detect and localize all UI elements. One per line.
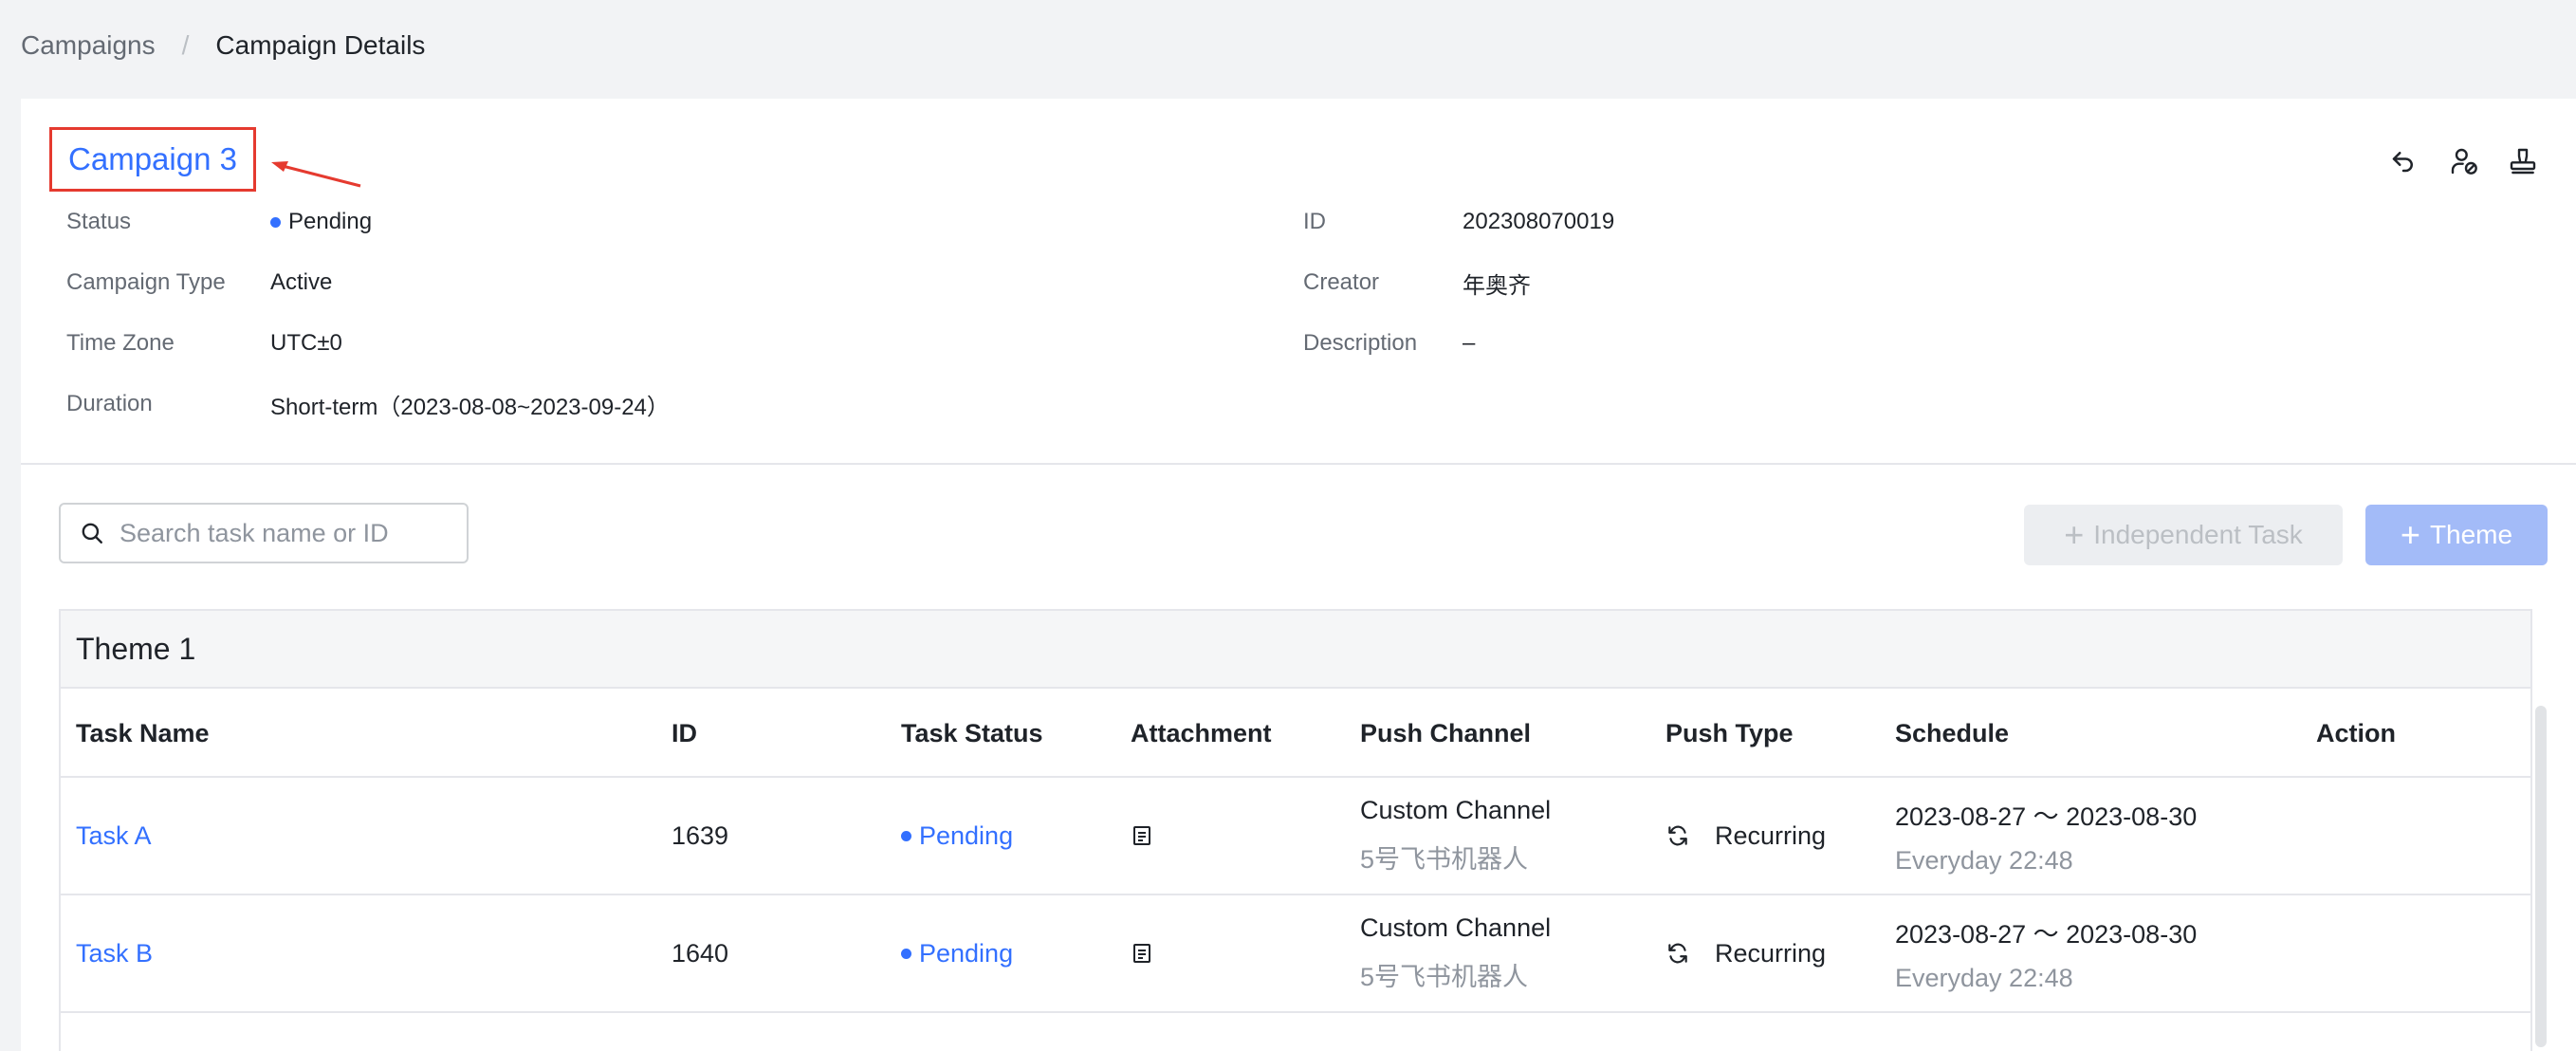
task-name-link[interactable]: Task A (76, 821, 152, 851)
table-header-row: Task Name ID Task Status Attachment Push… (61, 689, 2530, 778)
annotation-arrow (271, 161, 361, 188)
theme-name: Theme 1 (76, 631, 196, 666)
column-header: ID (672, 718, 697, 747)
status-dot-icon (270, 217, 281, 229)
table-row: Task B 1640 Pending Custom Channel 5号飞书机… (61, 895, 2530, 1013)
info-value: – (1463, 330, 1476, 356)
attachment-icon[interactable] (1131, 778, 1153, 894)
info-status: Status Pending (66, 203, 372, 241)
breadcrumb-separator: / (181, 30, 190, 60)
channel-sub: 5号飞书机器人 (1360, 963, 1529, 991)
plus-icon: + (2064, 515, 2085, 554)
title-annotation-box: Campaign 3 (49, 127, 256, 192)
campaign-detail-card: Campaign 3 Status Pending Campaign Type … (21, 99, 2576, 1051)
schedule-time: Everyday 22:48 (1895, 964, 2073, 992)
column-header: Attachment (1131, 718, 1272, 747)
breadcrumb-current: Campaign Details (215, 30, 426, 60)
schedule-range: 2023-08-27 ～ 2023-08-30 (1895, 802, 2198, 831)
button-label: Independent Task (2093, 520, 2303, 549)
info-label: Duration (66, 391, 153, 416)
task-name-link[interactable]: Task B (76, 939, 153, 968)
push-type: Recurring (1665, 895, 1826, 1011)
push-type: Recurring (1665, 778, 1826, 894)
column-header: Push Type (1665, 718, 1794, 747)
task-id: 1640 (672, 938, 729, 968)
info-duration: Duration Short-term（2023-08-08~2023-09-2… (66, 385, 670, 423)
add-theme-button[interactable]: + Theme (2365, 505, 2548, 565)
section-divider (21, 463, 2576, 465)
undo-icon[interactable] (2383, 140, 2424, 182)
task-search[interactable] (59, 503, 469, 563)
search-icon (82, 523, 102, 544)
plus-icon: + (2400, 515, 2420, 554)
breadcrumb-campaigns-link[interactable]: Campaigns (21, 30, 156, 61)
schedule-time: Everyday 22:48 (1895, 846, 2073, 875)
push-channel: Custom Channel 5号飞书机器人 (1360, 895, 1551, 1011)
task-status-badge: Pending (901, 778, 1013, 894)
schedule: 2023-08-27 ～ 2023-08-30 Everyday 22:48 (1895, 895, 2197, 1011)
push-channel: Custom Channel 5号飞书机器人 (1360, 778, 1551, 894)
status-badge: Pending (270, 209, 372, 235)
column-header: Task Name (76, 718, 210, 747)
channel-name: Custom Channel (1360, 913, 1552, 942)
info-value: 年奥齐 (1463, 272, 1531, 299)
info-label: Creator (1303, 269, 1380, 295)
info-value: Short-term（2023-08-08~2023-09-24） (270, 394, 670, 420)
recurring-icon (1665, 941, 1690, 966)
info-id: ID 202308070019 (1303, 203, 1614, 241)
push-type-label: Recurring (1715, 938, 1827, 968)
add-independent-task-button[interactable]: + Independent Task (2024, 505, 2343, 565)
stamp-icon[interactable] (2502, 140, 2544, 182)
status-dot-icon (901, 830, 911, 841)
info-value: 202308070019 (1463, 209, 1615, 234)
channel-sub: 5号飞书机器人 (1360, 845, 1529, 874)
schedule: 2023-08-27 ～ 2023-08-30 Everyday 22:48 (1895, 778, 2197, 894)
info-label: Status (66, 209, 132, 234)
info-creator: Creator 年奥齐 (1303, 264, 1531, 302)
attachment-icon[interactable] (1131, 895, 1153, 1011)
schedule-range: 2023-08-27 ～ 2023-08-30 (1895, 920, 2198, 949)
table-scrollbar[interactable] (2535, 706, 2547, 1047)
info-label: Description (1303, 330, 1418, 356)
info-description: Description – (1303, 324, 1475, 362)
theme-table: Theme 1 Task Name ID Task Status Attachm… (59, 609, 2532, 1051)
info-campaign-type: Campaign Type Active (66, 264, 332, 302)
info-time-zone: Time Zone UTC±0 (66, 324, 342, 362)
channel-name: Custom Channel (1360, 796, 1552, 824)
column-header: Push Channel (1360, 718, 1532, 747)
info-label: ID (1303, 209, 1326, 234)
column-header: Action (2316, 718, 2396, 747)
task-id: 1639 (672, 821, 729, 850)
breadcrumb: Campaigns / Campaign Details (21, 27, 425, 65)
column-header: Schedule (1895, 718, 2010, 747)
status-dot-icon (901, 948, 911, 959)
theme-header: Theme 1 (61, 611, 2530, 689)
campaign-title: Campaign 3 (68, 141, 237, 176)
recurring-icon (1665, 823, 1690, 848)
task-status-badge: Pending (901, 895, 1013, 1011)
button-label: Theme (2429, 520, 2513, 549)
user-disable-icon[interactable] (2443, 140, 2485, 182)
search-input[interactable] (120, 518, 442, 548)
info-value: UTC±0 (270, 330, 342, 356)
column-header: Task Status (901, 718, 1043, 747)
info-label: Campaign Type (66, 269, 226, 295)
push-type-label: Recurring (1715, 821, 1827, 850)
table-row: Task A 1639 Pending Custom Channel 5号飞书机… (61, 778, 2530, 895)
info-label: Time Zone (66, 330, 175, 356)
info-value: Active (270, 269, 333, 295)
